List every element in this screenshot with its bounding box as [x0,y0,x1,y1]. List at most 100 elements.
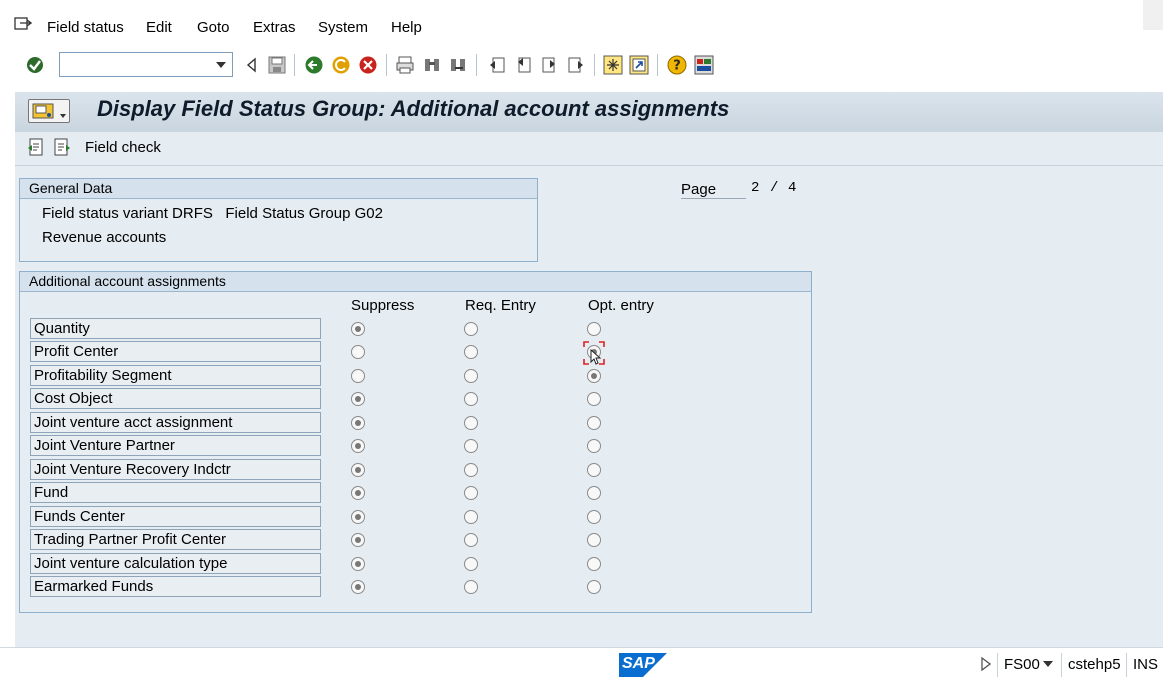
radio-opt[interactable] [587,416,601,430]
radio-req[interactable] [464,416,478,430]
next-page-icon[interactable] [540,55,560,75]
general-data-group: General Data Field status variant DRFS F… [19,178,538,262]
last-page-icon[interactable] [566,55,586,75]
menu-field-status[interactable]: Field status [47,19,124,36]
radio-req[interactable] [464,557,478,571]
radio-opt[interactable] [587,392,601,406]
first-page-icon[interactable] [487,55,507,75]
previous-group-icon[interactable] [27,138,45,156]
find-icon[interactable] [422,55,442,75]
enter-icon[interactable] [25,55,45,75]
menu-goto[interactable]: Goto [197,19,230,36]
toolbar-separator [657,54,658,76]
menu-edit[interactable]: Edit [146,19,172,36]
menu-help[interactable]: Help [391,19,422,36]
sap-logo-text: SAP [622,655,655,672]
toolbar-separator [476,54,477,76]
screen-icon [32,103,54,119]
chevron-down-icon[interactable] [1043,661,1053,667]
field-label: Trading Partner Profit Center [30,529,321,550]
radio-suppress[interactable] [351,369,365,383]
assignments-header: Additional account assignments [20,272,811,292]
radio-req[interactable] [464,369,478,383]
field-label: Fund [30,482,321,503]
radio-opt[interactable] [587,580,601,594]
page-current: 2 [751,180,760,196]
status-server: cstehp5 [1068,656,1121,673]
shortcut-icon[interactable] [629,55,649,75]
radio-req[interactable] [464,392,478,406]
layout-icon[interactable] [694,55,714,75]
field-status-info: Field status variant DRFS Field Status G… [42,205,383,222]
radio-req[interactable] [464,463,478,477]
toolbar-separator [594,54,595,76]
collapse-left-icon[interactable] [241,55,261,75]
application-toolbar: Field check [15,132,1163,166]
back-icon[interactable] [304,55,324,75]
radio-opt[interactable] [587,322,601,336]
print-icon[interactable] [395,55,415,75]
radio-suppress[interactable] [351,557,365,571]
field-label: Joint venture calculation type [30,553,321,574]
menu-bar: Field status Edit Goto Extras System Hel… [0,0,1163,46]
menu-toggle-icon[interactable] [14,16,33,32]
status-mode: INS [1133,656,1159,673]
radio-suppress[interactable] [351,392,365,406]
radio-opt[interactable] [587,486,601,500]
radio-suppress[interactable] [351,439,365,453]
radio-req[interactable] [464,533,478,547]
field-label: Quantity [30,318,321,339]
field-label: Cost Object [30,388,321,409]
page-label-box: Page [681,181,746,199]
status-expand-icon[interactable] [981,656,992,672]
page-label: Page [681,181,717,198]
radio-req[interactable] [464,439,478,453]
radio-req[interactable] [464,580,478,594]
page-title: Display Field Status Group: Additional a… [97,96,730,121]
sap-logo: SAP [619,653,667,677]
toolbar-separator [294,54,295,76]
next-group-icon[interactable] [53,138,71,156]
cancel-icon[interactable] [358,55,378,75]
radio-opt[interactable] [587,510,601,524]
radio-req[interactable] [464,486,478,500]
radio-req[interactable] [464,322,478,336]
status-separator [997,653,998,677]
help-icon[interactable]: ? [667,55,687,75]
radio-req[interactable] [464,510,478,524]
prev-page-icon[interactable] [513,55,533,75]
save-icon[interactable] [267,55,287,75]
field-label: Joint venture acct assignment [30,412,321,433]
transaction-menu-button[interactable] [28,99,70,123]
field-label: Profitability Segment [30,365,321,386]
column-header-suppress: Suppress [351,297,415,314]
radio-suppress[interactable] [351,345,365,359]
radio-opt[interactable] [587,439,601,453]
toolbar-separator [386,54,387,76]
field-label: Profit Center [30,341,321,362]
status-transaction[interactable]: FS00 [1004,656,1040,673]
radio-opt[interactable] [587,463,601,477]
field-check-button[interactable]: Field check [85,139,161,156]
page-separator: / [770,180,779,196]
command-field[interactable] [59,52,233,77]
find-next-icon[interactable] [448,55,468,75]
radio-suppress[interactable] [351,322,365,336]
radio-opt[interactable] [587,557,601,571]
radio-suppress[interactable] [351,580,365,594]
radio-suppress[interactable] [351,463,365,477]
radio-opt[interactable] [587,533,601,547]
cursor-marker [583,341,605,365]
exit-icon[interactable] [331,55,351,75]
chevron-down-icon[interactable] [216,62,226,68]
radio-suppress[interactable] [351,533,365,547]
radio-suppress[interactable] [351,416,365,430]
radio-suppress[interactable] [351,486,365,500]
menu-extras[interactable]: Extras [253,19,296,36]
menu-system[interactable]: System [318,19,368,36]
general-data-header: General Data [20,179,537,199]
radio-suppress[interactable] [351,510,365,524]
radio-opt[interactable] [587,369,601,383]
create-session-icon[interactable] [603,55,623,75]
radio-req[interactable] [464,345,478,359]
